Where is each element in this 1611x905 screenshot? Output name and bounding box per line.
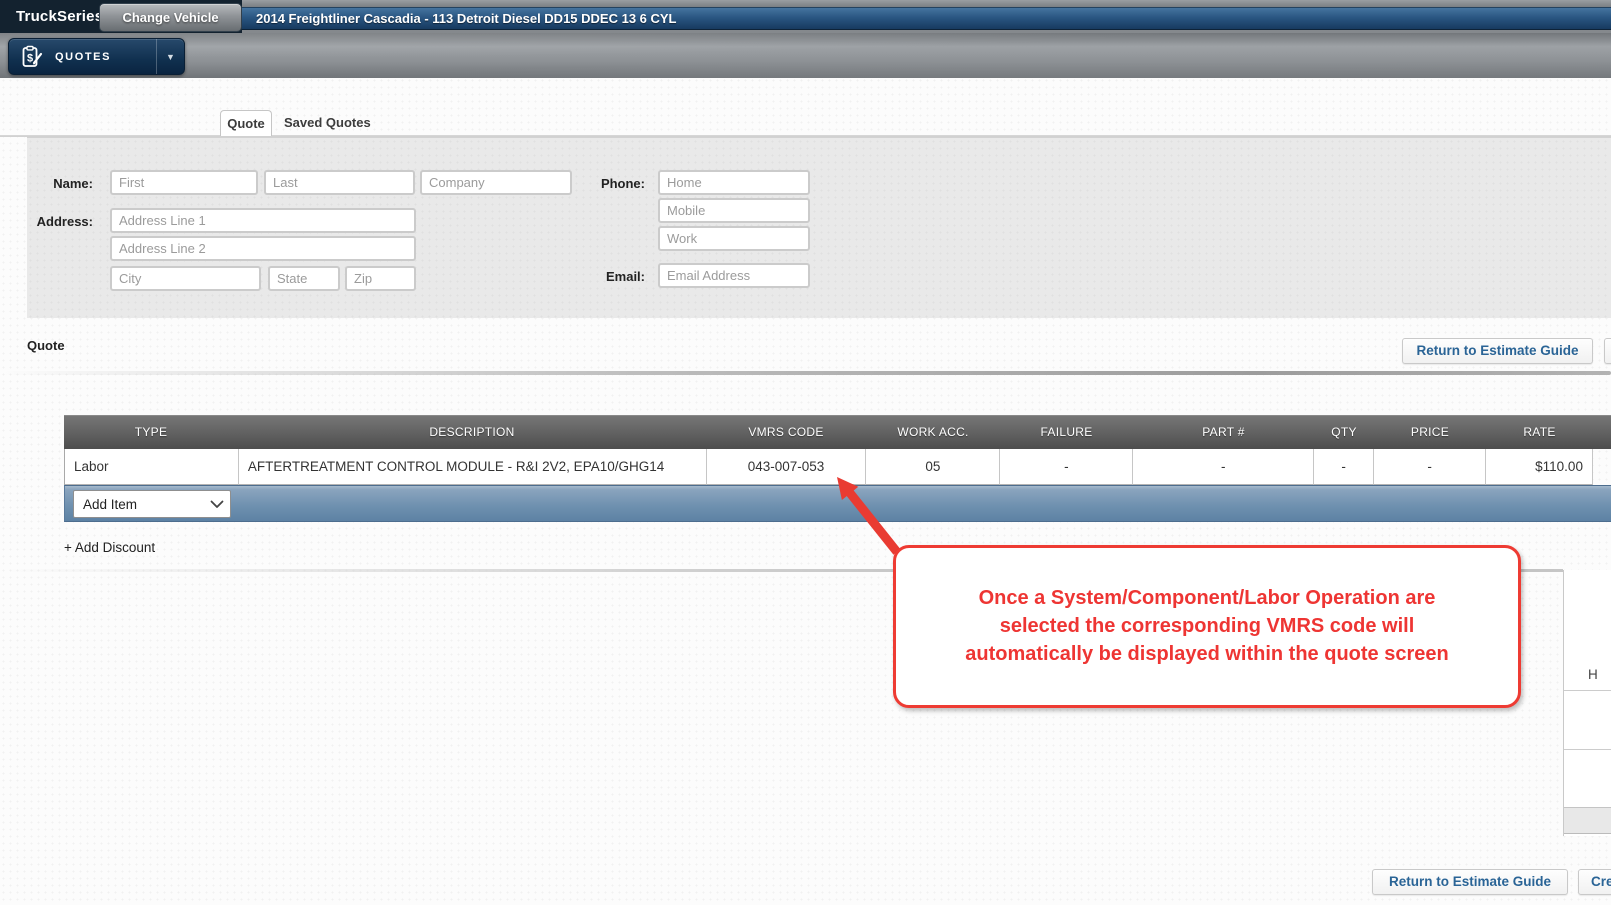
cell-rate: $110.00 <box>1486 449 1593 485</box>
customer-info-panel: Name: Address: Phone: Email: <box>27 137 1611 318</box>
add-discount-link[interactable]: + Add Discount <box>64 540 155 555</box>
quote-section-title: Quote <box>27 338 65 353</box>
totals-panel-row <box>1564 691 1611 750</box>
address-label: Address: <box>29 214 93 229</box>
column-header-rate: RATE <box>1486 416 1593 449</box>
state-input[interactable] <box>268 266 340 291</box>
cell-work-acc: 05 <box>866 449 1000 485</box>
phone-home-input[interactable] <box>658 170 810 195</box>
column-header-extra <box>1593 416 1611 449</box>
cell-description: AFTERTREATMENT CONTROL MODULE - R&I 2V2,… <box>239 449 707 485</box>
quotes-menu-label: QUOTES <box>55 51 156 63</box>
address-line-2-input[interactable] <box>110 236 416 261</box>
quote-table-row: Labor AFTERTREATMENT CONTROL MODULE - R&… <box>64 449 1593 485</box>
phone-work-input[interactable] <box>658 226 810 251</box>
return-to-estimate-guide-button-top[interactable]: Return to Estimate Guide <box>1402 338 1593 364</box>
caret-down-icon: ▼ <box>166 52 175 62</box>
quote-table-header: TYPE DESCRIPTION VMRS CODE WORK ACC. FAI… <box>64 415 1611 449</box>
change-vehicle-button[interactable]: Change Vehicle <box>99 3 242 32</box>
phone-label: Phone: <box>585 176 645 191</box>
column-header-type: TYPE <box>64 416 238 449</box>
add-item-selected-value: Add Item <box>74 497 204 512</box>
vehicle-title: 2014 Freightliner Cascadia - 113 Detroit… <box>242 7 1611 30</box>
totals-panel-partial-label: H <box>1588 667 1598 682</box>
tab-quote[interactable]: Quote <box>220 110 272 136</box>
column-header-work-acc: WORK ACC. <box>866 416 1000 449</box>
zip-input[interactable] <box>345 266 416 291</box>
quotes-menu-button[interactable]: $ QUOTES ▼ <box>8 38 185 75</box>
quotes-clipboard-dollar-icon: $ <box>21 45 43 69</box>
annotation-callout: Once a System/Component/Labor Operation … <box>893 545 1521 708</box>
cell-part: - <box>1133 449 1314 485</box>
totals-panel-footer-row <box>1564 808 1611 834</box>
add-item-bar: Add Item <box>64 485 1611 522</box>
quotes-dropdown-caret[interactable]: ▼ <box>156 39 184 74</box>
city-input[interactable] <box>110 266 261 291</box>
totals-panel-row <box>1564 750 1611 808</box>
name-label: Name: <box>41 176 93 191</box>
vehicle-bar-top-edge <box>242 0 1611 7</box>
column-header-description: DESCRIPTION <box>238 416 706 449</box>
vehicle-bar-bottom-edge <box>242 30 1611 33</box>
phone-mobile-input[interactable] <box>658 198 810 223</box>
vehicle-title-bar: 2014 Freightliner Cascadia - 113 Detroit… <box>242 0 1611 33</box>
last-name-input[interactable] <box>264 170 415 195</box>
column-header-vmrs-code: VMRS CODE <box>706 416 866 449</box>
partial-button-top-right[interactable] <box>1604 338 1611 364</box>
column-header-price: PRICE <box>1374 416 1486 449</box>
first-name-input[interactable] <box>110 170 258 195</box>
create-button-cutoff[interactable]: Cre <box>1578 869 1611 895</box>
column-header-part: PART # <box>1133 416 1314 449</box>
chevron-down-icon <box>204 491 230 517</box>
tab-saved-quotes[interactable]: Saved Quotes <box>280 110 375 136</box>
email-label: Email: <box>587 269 645 284</box>
totals-panel-cutoff: H <box>1563 570 1611 836</box>
app-logo: TruckSeries <box>16 0 103 33</box>
annotation-text: Once a System/Component/Labor Operation … <box>938 584 1476 668</box>
cell-price: - <box>1374 449 1486 485</box>
cell-qty: - <box>1314 449 1374 485</box>
column-header-failure: FAILURE <box>1000 416 1133 449</box>
return-to-estimate-guide-button-bottom[interactable]: Return to Estimate Guide <box>1372 869 1568 895</box>
company-input[interactable] <box>420 170 572 195</box>
column-header-qty: QTY <box>1314 416 1374 449</box>
cell-vmrs-code: 043-007-053 <box>707 449 867 485</box>
truckseries-app-window: TruckSeries 2014 Freightliner Cascadia -… <box>0 0 1611 905</box>
totals-panel-row: H <box>1564 570 1611 691</box>
add-item-select[interactable]: Add Item <box>73 490 231 518</box>
address-line-1-input[interactable] <box>110 208 416 233</box>
svg-text:$: $ <box>27 52 33 64</box>
cell-type: Labor <box>65 449 239 485</box>
menu-bar: $ QUOTES ▼ <box>0 33 1611 78</box>
section-divider <box>0 371 1611 375</box>
email-input[interactable] <box>658 263 810 288</box>
cell-failure: - <box>1000 449 1133 485</box>
